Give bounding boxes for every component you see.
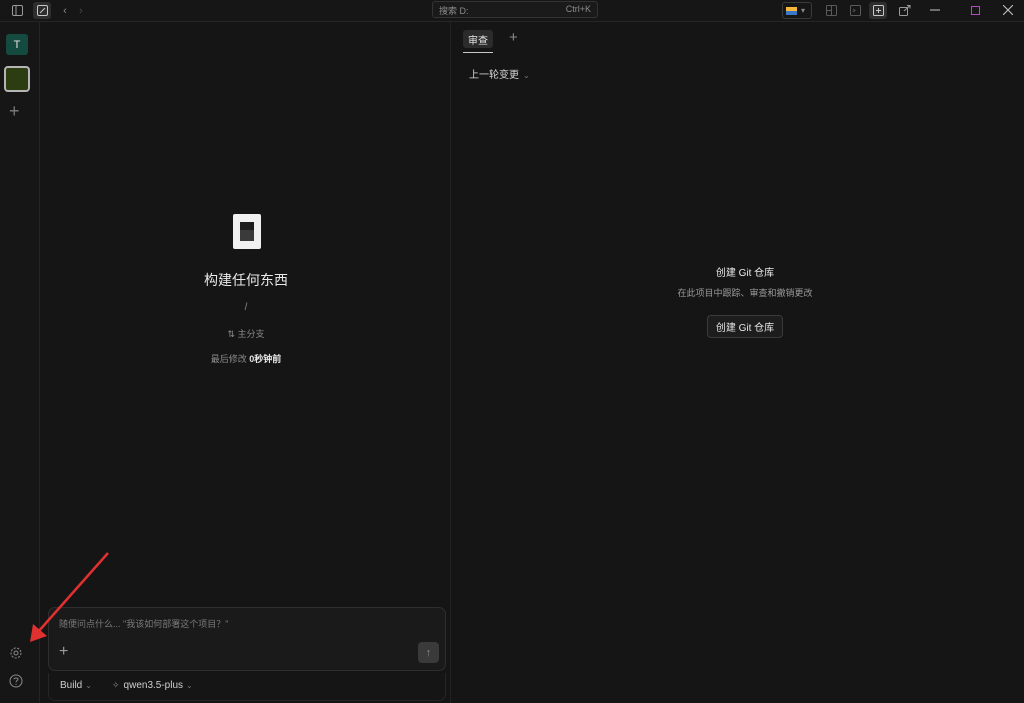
review-pane: 审查 + 上一轮变更 ⌄ 创建 Git 仓库 在此项目中跟踪、审查和撤销更改 创建… (452, 22, 1024, 703)
git-empty-title: 创建 Git 仓库 (715, 268, 775, 279)
modified-value: 0秒钟前 (249, 354, 282, 364)
active-tab-indicator (463, 52, 493, 53)
search-input[interactable]: 搜索 D: Ctrl+K (432, 1, 598, 18)
add-project-button[interactable]: + (9, 102, 20, 120)
mode-label: Build (60, 680, 83, 691)
forward-arrow-icon[interactable]: › (72, 2, 90, 19)
prompt-input[interactable]: 随便问点什么... "我该如何部署这个项目？" (59, 617, 228, 630)
model-icon: ✧ (112, 680, 120, 690)
layout-icon[interactable] (822, 2, 840, 19)
branch-icon: ⇅ (227, 329, 238, 339)
modified-label: 最后修改 (210, 354, 247, 364)
project-icon (233, 214, 261, 249)
composer-toolbar: Build ⌄ ✧ qwen3.5-plus ⌄ (48, 673, 446, 701)
project-path: / (244, 302, 248, 313)
tab-review[interactable]: 审查 (463, 30, 493, 48)
new-session-icon[interactable] (33, 2, 51, 19)
attach-button[interactable]: + (59, 644, 68, 660)
chevron-down-icon: ⌄ (186, 681, 193, 690)
git-empty-subtitle: 在此项目中跟踪、审查和撤销更改 (677, 288, 813, 298)
branch-info: ⇅ 主分支 (41, 327, 451, 340)
mode-selector[interactable]: Build ⌄ (60, 680, 92, 691)
project-avatar[interactable] (4, 66, 30, 92)
model-selector[interactable]: ✧ qwen3.5-plus ⌄ (112, 680, 193, 691)
review-panel-icon[interactable] (869, 2, 887, 19)
terminal-icon[interactable] (846, 2, 864, 19)
help-icon[interactable] (9, 674, 25, 690)
close-button[interactable] (992, 0, 1024, 20)
gear-icon[interactable] (9, 646, 25, 662)
search-placeholder: 搜索 D: (439, 6, 469, 16)
chevron-down-icon: ▾ (801, 6, 806, 15)
session-pane: 构建任何东西 / ⇅ 主分支 最后修改 0秒钟前 随便问点什么... "我该如何… (41, 22, 451, 703)
branch-label: 主分支 (237, 329, 265, 339)
last-modified: 最后修改 0秒钟前 (41, 352, 451, 365)
title-bar: ‹ › 搜索 D: Ctrl+K ▾ (0, 0, 1024, 22)
model-label: qwen3.5-plus (123, 680, 184, 691)
open-in-editor-dropdown[interactable]: ▾ (782, 2, 812, 19)
workspace-rail: T + (0, 22, 40, 703)
sidebar-toggle-icon[interactable] (8, 2, 26, 19)
changes-label: 上一轮变更 (469, 70, 519, 81)
search-shortcut: Ctrl+K (565, 4, 591, 14)
page-title: 构建任何东西 (204, 272, 288, 288)
prompt-composer[interactable]: 随便问点什么... "我该如何部署这个项目？" + ↑ (48, 607, 446, 671)
send-button[interactable]: ↑ (418, 642, 439, 663)
folder-app-icon (786, 6, 797, 15)
chevron-down-icon: ⌄ (85, 681, 92, 690)
workspace-avatar[interactable]: T (6, 34, 28, 55)
add-tab-button[interactable]: + (509, 30, 518, 46)
changes-dropdown[interactable]: 上一轮变更 ⌄ (469, 66, 530, 81)
chevron-down-icon: ⌄ (523, 71, 530, 80)
create-git-repo-button[interactable]: 创建 Git 仓库 (707, 315, 783, 338)
